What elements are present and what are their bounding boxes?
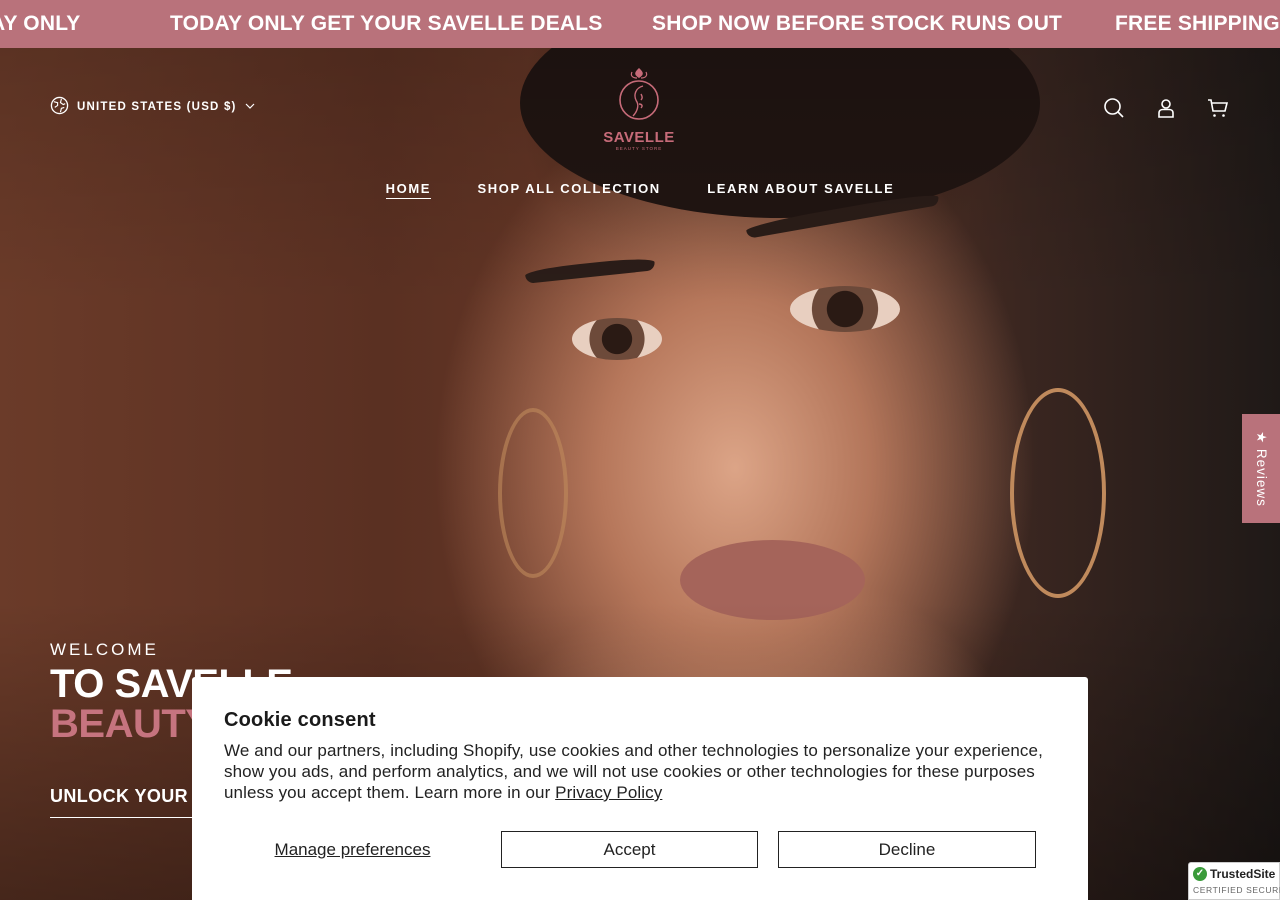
- site-header: UNITED STATES (USD $) SAVELLE BEAUTY STO…: [0, 48, 1280, 228]
- trustedsite-badge[interactable]: ✓ TrustedSite CERTIFIED SECURE: [1188, 862, 1280, 900]
- site-logo[interactable]: SAVELLE BEAUTY STORE: [603, 64, 675, 152]
- nav-item-shop-all-collection[interactable]: SHOP ALL COLLECTION: [478, 181, 661, 198]
- hero-title-line2: BEAUTY: [50, 702, 212, 746]
- announcement-item: AY ONLY: [0, 12, 81, 35]
- announcement-bar: AY ONLY TODAY ONLY GET YOUR SAVELLE DEAL…: [0, 0, 1280, 48]
- announcement-item: TODAY ONLY GET YOUR SAVELLE DEALS: [170, 12, 603, 35]
- trustedsite-title-row: ✓ TrustedSite: [1193, 867, 1279, 881]
- trustedsite-subtitle: CERTIFIED SECURE: [1193, 885, 1280, 895]
- logo-subtext: BEAUTY STORE: [615, 146, 663, 151]
- hero-eyebrow: WELCOME: [50, 640, 159, 659]
- search-icon[interactable]: [1102, 96, 1126, 120]
- logo-text: SAVELLE: [603, 129, 675, 146]
- currency-selector[interactable]: UNITED STATES (USD $): [50, 96, 255, 118]
- decline-button[interactable]: Decline: [778, 831, 1036, 868]
- cookie-consent-dialog: Cookie consent We and our partners, incl…: [192, 677, 1088, 900]
- currency-label: UNITED STATES (USD $): [77, 101, 237, 113]
- nav-item-home[interactable]: HOME: [385, 181, 432, 199]
- reviews-tab-label: ★ Reviews: [1254, 430, 1269, 507]
- accept-button[interactable]: Accept: [501, 831, 758, 868]
- privacy-policy-link[interactable]: Privacy Policy: [555, 783, 662, 802]
- trustedsite-title: TrustedSite: [1210, 867, 1276, 881]
- reviews-tab[interactable]: ★ Reviews: [1242, 414, 1280, 523]
- logo-emblem-icon: [615, 68, 663, 126]
- cart-icon[interactable]: [1206, 96, 1230, 120]
- checkmark-icon: ✓: [1193, 867, 1207, 881]
- chevron-down-icon: [245, 101, 255, 114]
- cookie-title: Cookie consent: [224, 709, 376, 731]
- cookie-body: We and our partners, including Shopify, …: [224, 740, 1056, 803]
- nav-item-learn-about-savelle[interactable]: LEARN ABOUT SAVELLE: [707, 181, 894, 198]
- announcement-item: FREE SHIPPING E: [1115, 12, 1280, 35]
- announcement-item: SHOP NOW BEFORE STOCK RUNS OUT: [652, 12, 1063, 35]
- manage-preferences-link[interactable]: Manage preferences: [224, 831, 481, 868]
- account-icon[interactable]: [1154, 96, 1178, 120]
- header-actions: [1102, 96, 1230, 120]
- main-nav: HOME SHOP ALL COLLECTION LEARN ABOUT SAV…: [0, 180, 1280, 199]
- cookie-actions: Manage preferences Accept Decline: [224, 831, 1036, 868]
- globe-icon: [50, 96, 69, 118]
